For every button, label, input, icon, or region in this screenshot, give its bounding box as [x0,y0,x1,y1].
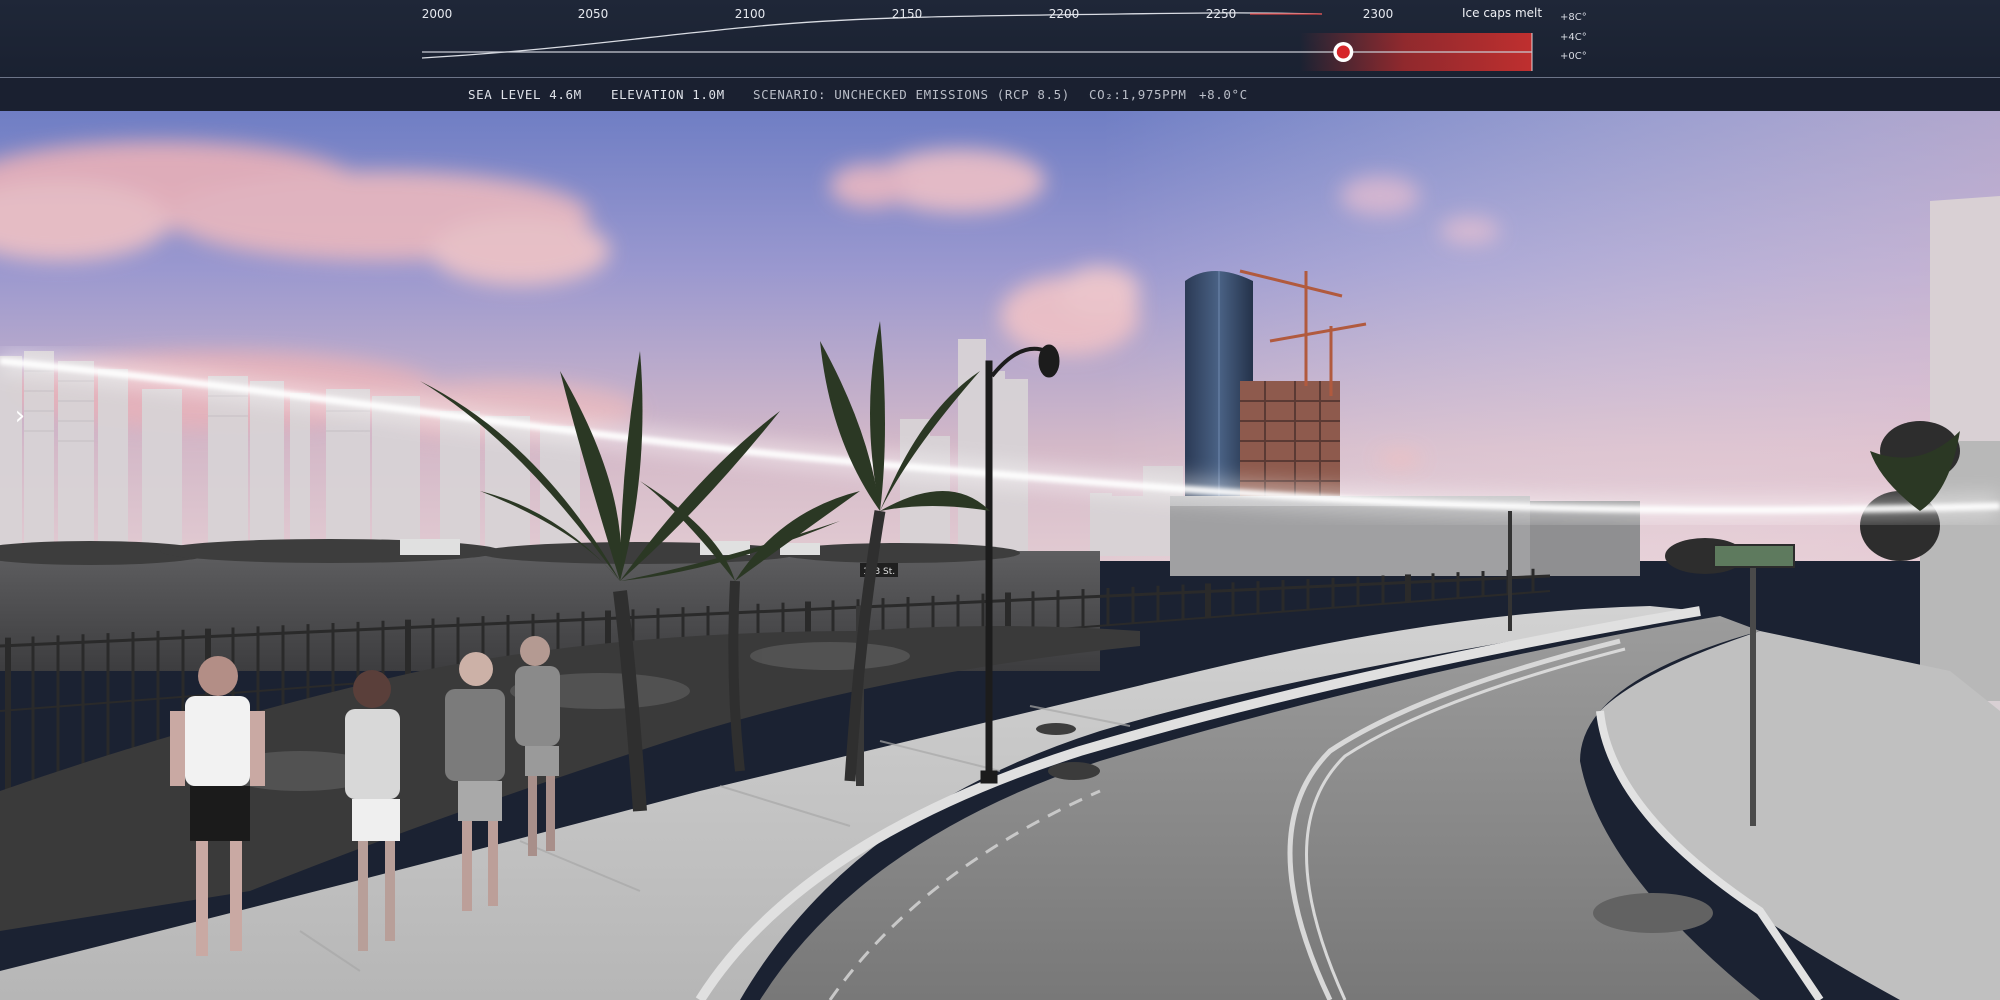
street-panorama: 183 St. [0,111,2000,1000]
year-label: 2150 [891,7,923,21]
year-label: 2200 [1048,7,1080,21]
status-bar: SEA LEVEL 4.6M ELEVATION 1.0M SCENARIO: … [0,78,2000,111]
scenario-readout: SCENARIO: UNCHECKED EMISSIONS (RCP 8.5) [753,87,1070,102]
manhole-cover [1048,762,1100,780]
year-label: 2300 [1362,7,1394,21]
temperature-curve [421,12,1323,59]
co2-readout: CO₂:1,975PPM [1089,87,1187,102]
year-label: 2100 [734,7,766,21]
manhole-cover [1036,723,1076,735]
timeline-bar: 2000 2050 2100 2150 2200 2250 2300 Ice c… [0,0,2000,78]
event-label-ice-caps: Ice caps melt [1462,6,1543,20]
elevation-readout: ELEVATION 1.0M [611,87,725,102]
temp-label-high: +8C° [1560,12,1587,23]
temp-label-low: +0C° [1560,51,1587,62]
timeline-scrubber[interactable] [1333,42,1354,62]
sea-level-readout: SEA LEVEL 4.6M [468,87,582,102]
year-label: 2250 [1205,7,1237,21]
street-view-scene[interactable]: 183 St. › [0,111,2000,1000]
temp-label-mid: +4C° [1560,32,1587,43]
chevron-right-icon[interactable]: › [8,401,32,431]
year-label: 2050 [577,7,609,21]
temperature-readout: +8.0°C [1199,87,1248,102]
year-label: 2000 [421,7,453,21]
manhole-cover [1593,893,1713,933]
timeline-graph [421,12,1533,71]
